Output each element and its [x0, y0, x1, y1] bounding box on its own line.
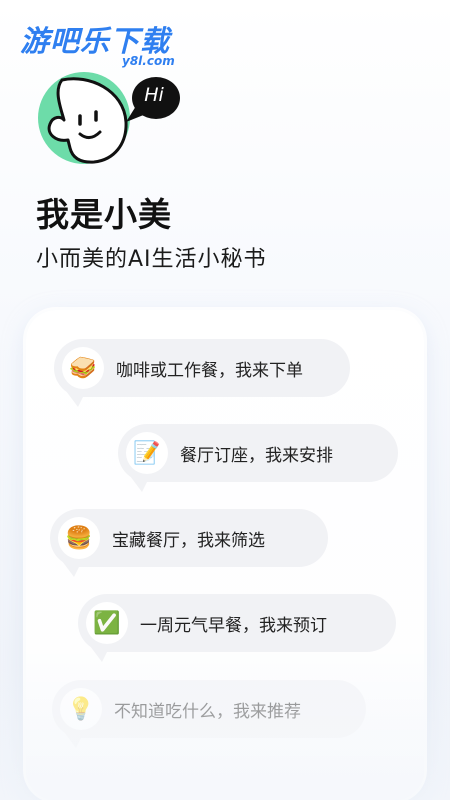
feature-text: 咖啡或工作餐，我来下单: [116, 360, 303, 381]
feature-text: 一周元气早餐，我来预订: [140, 615, 327, 636]
feature-text: 餐厅订座，我来安排: [180, 445, 333, 466]
lightbulb-icon: 💡: [60, 688, 102, 730]
feature-text: 宝藏餐厅，我来筛选: [112, 530, 265, 551]
feature-bubble-breakfast[interactable]: ✅ 一周元气早餐，我来预订: [78, 594, 396, 652]
feature-bubble-reserve-table[interactable]: 📝 餐厅订座，我来安排: [118, 424, 398, 482]
page-title: 我是小美: [36, 195, 172, 234]
feature-bubble-find-restaurant[interactable]: 🍔 宝藏餐厅，我来筛选: [50, 509, 328, 567]
watermark: 游吧乐下载 y8l.com: [14, 12, 194, 72]
watermark-domain: y8l.com: [122, 54, 175, 68]
feature-bubble-order-meal[interactable]: 🥪 咖啡或工作餐，我来下单: [54, 339, 350, 397]
greeting-text: Hi: [144, 84, 164, 106]
page-subtitle: 小而美的AI生活小秘书: [36, 247, 267, 272]
sandwich-icon: 🥪: [62, 347, 104, 389]
feature-text: 不知道吃什么，我来推荐: [114, 701, 301, 722]
memo-icon: 📝: [126, 432, 168, 474]
check-mark-icon: ✅: [86, 602, 128, 644]
feature-bubble-recommend[interactable]: 💡 不知道吃什么，我来推荐: [52, 680, 366, 738]
burger-icon: 🍔: [58, 517, 100, 559]
